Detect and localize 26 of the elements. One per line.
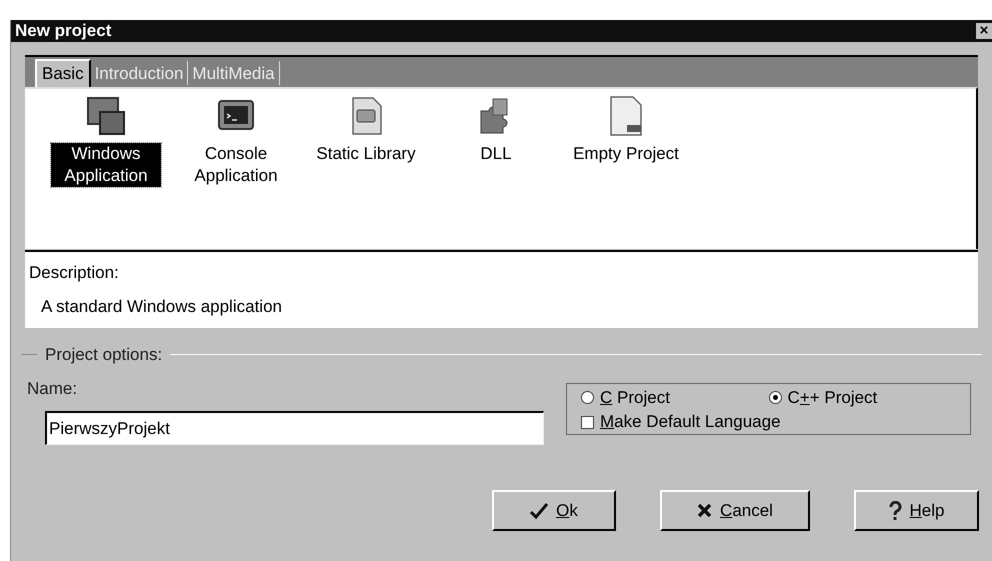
radio-label[interactable]: C Project <box>600 386 670 409</box>
template-item[interactable]: Windows Application <box>51 143 161 187</box>
checkbox-label[interactable]: Make Default Language <box>600 411 781 434</box>
ok-button[interactable]: Ok <box>492 490 616 531</box>
windows-icon <box>85 95 127 137</box>
cancel-button[interactable]: Cancel <box>660 490 810 531</box>
tab[interactable]: Basic <box>35 59 91 87</box>
question-icon <box>888 500 902 520</box>
description-text: A standard Windows application <box>40 296 283 318</box>
section-label: Project options: <box>45 344 162 366</box>
cross-icon <box>697 503 712 518</box>
checkbox[interactable] <box>581 416 594 429</box>
window-title: New project <box>15 20 112 42</box>
radio-button[interactable] <box>768 391 782 404</box>
description-label: Description: <box>29 262 120 284</box>
template-item[interactable]: Console Application <box>181 143 291 187</box>
name-field[interactable]: PierwszyProjekt <box>45 411 544 445</box>
check-icon <box>530 502 548 518</box>
help-button[interactable]: Help <box>854 490 979 531</box>
radio-button[interactable] <box>581 391 594 404</box>
template-item[interactable]: DLL <box>480 143 512 165</box>
radio-label[interactable]: C++ Project <box>788 386 878 409</box>
name-label: Name: <box>27 378 78 400</box>
template-item[interactable]: Static Library <box>316 143 416 165</box>
template-item[interactable]: Empty Project <box>573 143 679 165</box>
close-button[interactable]: × <box>976 23 992 39</box>
